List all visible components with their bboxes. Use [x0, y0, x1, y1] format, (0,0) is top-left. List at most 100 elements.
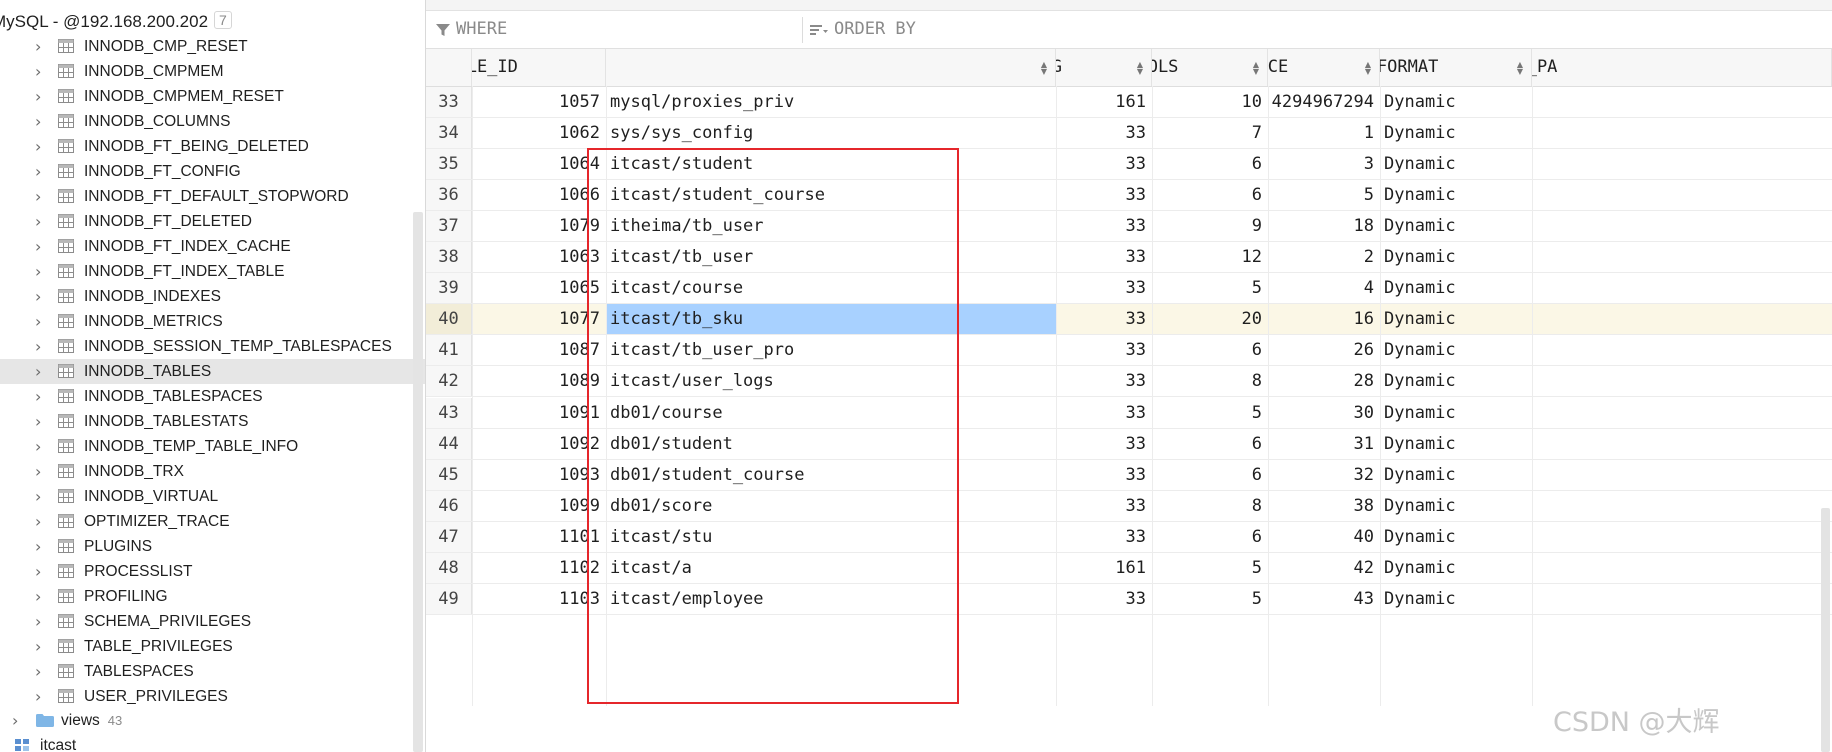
sort-toggle-icon[interactable]: ▲ ▼: [1365, 49, 1371, 86]
row-number[interactable]: 48: [426, 553, 472, 583]
cell-row-format[interactable]: Dynamic: [1380, 335, 1532, 365]
chevron-right-icon[interactable]: ›: [35, 109, 41, 134]
cell-flag[interactable]: 33: [1056, 304, 1152, 334]
table-row[interactable]: 35 1064 itcast/student 33 6 3 Dynamic: [426, 149, 1832, 180]
cell-table-id[interactable]: 1063: [472, 242, 606, 272]
cell-space[interactable]: 31: [1268, 429, 1380, 459]
cell-name[interactable]: itcast/tb_user: [606, 242, 1056, 272]
cell-n-cols[interactable]: 5: [1152, 273, 1268, 303]
chevron-right-icon[interactable]: ›: [35, 84, 41, 109]
cell-n-cols[interactable]: 5: [1152, 553, 1268, 583]
cell-name[interactable]: db01/score: [606, 491, 1056, 521]
cell-table-id[interactable]: 1087: [472, 335, 606, 365]
table-row[interactable]: 47 1101 itcast/stu 33 6 40 Dynamic: [426, 522, 1832, 553]
cell-row-format[interactable]: Dynamic: [1380, 584, 1532, 614]
chevron-right-icon[interactable]: ›: [35, 159, 41, 184]
chevron-right-icon[interactable]: ›: [35, 334, 41, 359]
table-row[interactable]: 43 1091 db01/course 33 5 30 Dynamic: [426, 398, 1832, 429]
row-number[interactable]: 43: [426, 398, 472, 428]
cell-space[interactable]: 4: [1268, 273, 1380, 303]
cell-n-cols[interactable]: 6: [1152, 149, 1268, 179]
cell-table-id[interactable]: 1102: [472, 553, 606, 583]
table-row[interactable]: 41 1087 itcast/tb_user_pro 33 6 26 Dynamic: [426, 335, 1832, 366]
cell-row-format[interactable]: Dynamic: [1380, 149, 1532, 179]
cell-name[interactable]: sys/sys_config: [606, 118, 1056, 148]
cell-flag[interactable]: 161: [1056, 87, 1152, 117]
tree-item-table[interactable]: › INNODB_FT_INDEX_CACHE: [0, 234, 425, 259]
cell-space[interactable]: 3: [1268, 149, 1380, 179]
table-row[interactable]: 38 1063 itcast/tb_user 33 12 2 Dynamic: [426, 242, 1832, 273]
chevron-right-icon[interactable]: ›: [35, 459, 41, 484]
cell-space[interactable]: 2: [1268, 242, 1380, 272]
cell-space[interactable]: 1: [1268, 118, 1380, 148]
chevron-right-icon[interactable]: ›: [35, 634, 41, 659]
chevron-right-icon[interactable]: ›: [35, 234, 41, 259]
row-number[interactable]: 44: [426, 429, 472, 459]
table-row[interactable]: 46 1099 db01/score 33 8 38 Dynamic: [426, 491, 1832, 522]
cell-table-id[interactable]: 1092: [472, 429, 606, 459]
tree-item-table[interactable]: › INNODB_TABLESPACES: [0, 384, 425, 409]
cell-n-cols[interactable]: 6: [1152, 429, 1268, 459]
cell-space[interactable]: 5: [1268, 180, 1380, 210]
tree-item-table[interactable]: › INNODB_CMP_RESET: [0, 34, 425, 59]
cell-name[interactable]: itcast/student_course: [606, 180, 1056, 210]
chevron-right-icon[interactable]: ›: [12, 708, 18, 733]
table-row[interactable]: 34 1062 sys/sys_config 33 7 1 Dynamic: [426, 118, 1832, 149]
cell-n-cols[interactable]: 5: [1152, 584, 1268, 614]
column-header-flag[interactable]: FLAG ▲▼: [1056, 49, 1152, 86]
cell-flag[interactable]: 33: [1056, 398, 1152, 428]
cell-row-format[interactable]: Dynamic: [1380, 491, 1532, 521]
cell-name[interactable]: itcast/tb_user_pro: [606, 335, 1056, 365]
schema-node-itcast[interactable]: itcast: [0, 733, 425, 752]
cell-flag[interactable]: 33: [1056, 242, 1152, 272]
table-row[interactable]: 45 1093 db01/student_course 33 6 32 Dynamic: [426, 460, 1832, 491]
cell-name[interactable]: db01/student_course: [606, 460, 1056, 490]
tree-item-table[interactable]: › INNODB_TABLES: [0, 359, 425, 384]
cell-row-format[interactable]: Dynamic: [1380, 522, 1532, 552]
tree-item-table[interactable]: › SCHEMA_PRIVILEGES: [0, 609, 425, 634]
cell-row-format[interactable]: Dynamic: [1380, 118, 1532, 148]
chevron-right-icon[interactable]: ›: [35, 309, 41, 334]
tree-item-table[interactable]: › PLUGINS: [0, 534, 425, 559]
chevron-right-icon[interactable]: ›: [35, 209, 41, 234]
cell-flag[interactable]: 33: [1056, 335, 1152, 365]
cell-space[interactable]: 16: [1268, 304, 1380, 334]
row-number[interactable]: 41: [426, 335, 472, 365]
sidebar-scrollbar[interactable]: [413, 212, 423, 752]
cell-row-format[interactable]: Dynamic: [1380, 242, 1532, 272]
tree-item-table[interactable]: › INNODB_SESSION_TEMP_TABLESPACES: [0, 334, 425, 359]
row-number[interactable]: 39: [426, 273, 472, 303]
cell-n-cols[interactable]: 8: [1152, 366, 1268, 396]
tree-item-table[interactable]: › INNODB_TEMP_TABLE_INFO: [0, 434, 425, 459]
cell-n-cols[interactable]: 5: [1152, 398, 1268, 428]
cell-flag[interactable]: 33: [1056, 149, 1152, 179]
cell-table-id[interactable]: 1079: [472, 211, 606, 241]
table-row[interactable]: 49 1103 itcast/employee 33 5 43 Dynamic: [426, 584, 1832, 615]
cell-n-cols[interactable]: 7: [1152, 118, 1268, 148]
cell-flag[interactable]: 33: [1056, 366, 1152, 396]
cell-n-cols[interactable]: 10: [1152, 87, 1268, 117]
cell-table-id[interactable]: 1099: [472, 491, 606, 521]
cell-flag[interactable]: 33: [1056, 460, 1152, 490]
chevron-right-icon[interactable]: ›: [35, 184, 41, 209]
cell-name[interactable]: db01/course: [606, 398, 1056, 428]
cell-n-cols[interactable]: 9: [1152, 211, 1268, 241]
chevron-right-icon[interactable]: ›: [35, 409, 41, 434]
cell-name[interactable]: itcast/stu: [606, 522, 1056, 552]
tree-item-table[interactable]: › INNODB_FT_DELETED: [0, 209, 425, 234]
row-number[interactable]: 34: [426, 118, 472, 148]
cell-table-id[interactable]: 1091: [472, 398, 606, 428]
cell-table-id[interactable]: 1064: [472, 149, 606, 179]
cell-space[interactable]: 43: [1268, 584, 1380, 614]
sort-toggle-icon[interactable]: ▲ ▼: [1041, 49, 1047, 86]
cell-table-id[interactable]: 1066: [472, 180, 606, 210]
cell-name[interactable]: itcast/student: [606, 149, 1056, 179]
tree-item-table[interactable]: › INNODB_TRX: [0, 459, 425, 484]
tree-item-table[interactable]: › PROFILING: [0, 584, 425, 609]
row-number[interactable]: 46: [426, 491, 472, 521]
order-by-input[interactable]: ORDER BY: [810, 11, 916, 48]
cell-name[interactable]: itcast/user_logs: [606, 366, 1056, 396]
chevron-right-icon[interactable]: ›: [35, 684, 41, 709]
cell-n-cols[interactable]: 6: [1152, 522, 1268, 552]
cell-space[interactable]: 42: [1268, 553, 1380, 583]
